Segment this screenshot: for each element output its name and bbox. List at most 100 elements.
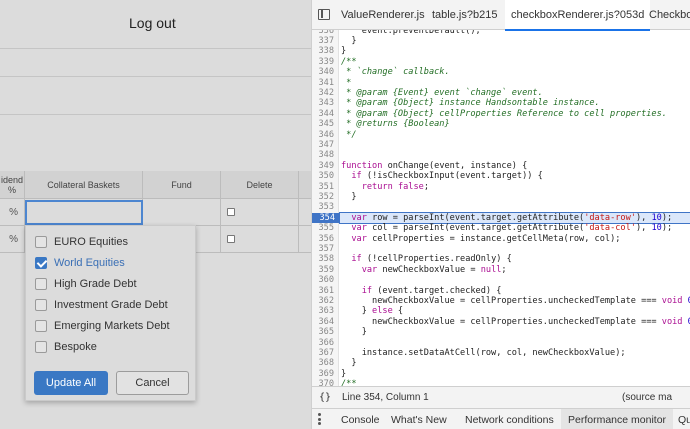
line-number[interactable]: 349 (312, 161, 334, 171)
more-menu-icon[interactable] (318, 413, 321, 425)
code-line[interactable]: newCheckboxValue = cellProperties.unchec… (341, 317, 690, 327)
code-line[interactable]: * @param {Object} instance Handsontable … (341, 98, 600, 108)
checkbox-icon[interactable] (35, 299, 47, 311)
fund-cell[interactable] (143, 199, 221, 226)
code-line[interactable]: * (341, 78, 351, 88)
delete-checkbox[interactable] (227, 208, 235, 216)
file-tab-checkbox[interactable]: Checkbox (645, 0, 690, 30)
code-line[interactable]: var newCheckboxValue = null; (341, 265, 507, 275)
code-line[interactable]: if (event.target.checked) { (341, 286, 502, 296)
code-line[interactable]: } (341, 358, 356, 368)
code-line[interactable]: * @param {Object} cellProperties Referen… (341, 109, 667, 119)
line-number[interactable]: 337 (312, 36, 334, 46)
line-number[interactable]: 358 (312, 254, 334, 264)
code-line[interactable]: /** (341, 379, 357, 386)
code-line[interactable]: } (341, 192, 356, 202)
file-tab-table[interactable]: table.js?b215 (427, 0, 502, 30)
drawer-tab-console[interactable]: Console (334, 409, 387, 429)
line-number[interactable]: 355 (312, 223, 334, 233)
line-number[interactable]: 341 (312, 78, 334, 88)
code-line[interactable]: newCheckboxValue = cellProperties.unchec… (341, 296, 690, 306)
line-number[interactable]: 354 (312, 212, 339, 224)
line-number[interactable]: 363 (312, 306, 334, 316)
code-line[interactable]: if (!isCheckboxInput(event.target)) { (341, 171, 542, 181)
line-number[interactable]: 342 (312, 88, 334, 98)
line-number[interactable]: 362 (312, 296, 334, 306)
line-number[interactable]: 351 (312, 182, 334, 192)
line-number[interactable]: 369 (312, 369, 334, 379)
line-number[interactable]: 346 (312, 130, 334, 140)
option-high-grade-debt[interactable]: High Grade Debt (35, 276, 137, 292)
line-number[interactable]: 368 (312, 358, 334, 368)
line-number[interactable]: 340 (312, 67, 334, 77)
line-number[interactable]: 350 (312, 171, 334, 181)
line-number[interactable]: 365 (312, 327, 334, 337)
line-number[interactable]: 364 (312, 317, 334, 327)
code-line[interactable]: var col = parseInt(event.target.getAttri… (341, 223, 672, 233)
code-line[interactable]: instance.setDataAtCell(row, col, newChec… (341, 348, 626, 358)
code-line[interactable]: } (341, 369, 346, 379)
logout-link[interactable]: Log out (129, 15, 176, 31)
option-investment-grade-debt[interactable]: Investment Grade Debt (35, 297, 168, 313)
option-bespoke[interactable]: Bespoke (35, 339, 97, 355)
cancel-button[interactable]: Cancel (116, 371, 189, 395)
drawer-tab-whats-new[interactable]: What's New (384, 409, 454, 429)
line-number[interactable]: 361 (312, 286, 334, 296)
line-number[interactable]: 366 (312, 338, 334, 348)
code-line[interactable]: } (341, 327, 367, 337)
line-number[interactable]: 357 (312, 244, 334, 254)
code-editor[interactable]: 336 337 338 339 340 341 342 343 344 345 346 347 348 3… (312, 30, 690, 386)
line-number[interactable]: 347 (312, 140, 334, 150)
column-header-dividend[interactable]: idend % (0, 171, 25, 199)
code-line[interactable]: } else { (341, 306, 403, 316)
dividend-cell[interactable]: % (0, 226, 25, 253)
checkbox-icon[interactable] (35, 236, 47, 248)
line-number[interactable]: 360 (312, 275, 334, 285)
line-number[interactable]: 344 (312, 109, 334, 119)
source-map-link[interactable]: (source ma (622, 392, 672, 403)
line-number[interactable]: 367 (312, 348, 334, 358)
dividend-cell[interactable]: % (0, 199, 25, 226)
code-line[interactable]: function onChange(event, instance) { (341, 161, 527, 171)
code-line[interactable]: var row = parseInt(event.target.getAttri… (339, 211, 690, 225)
line-number[interactable]: 338 (312, 46, 334, 56)
option-world-equities[interactable]: World Equities (35, 255, 125, 271)
drawer-tab-performance-monitor[interactable]: Performance monitor (561, 409, 674, 429)
line-number[interactable]: 359 (312, 265, 334, 275)
code-line[interactable]: if (!cellProperties.readOnly) { (341, 254, 511, 264)
file-tab-valuerenderer[interactable]: ValueRenderer.js (336, 0, 430, 30)
column-header-collateral-baskets[interactable]: Collateral Baskets (25, 171, 143, 199)
delete-checkbox[interactable] (227, 235, 235, 243)
code-line[interactable]: } (341, 46, 346, 56)
line-number[interactable]: 348 (312, 150, 334, 160)
column-header-delete[interactable]: Delete (221, 171, 299, 199)
code-line[interactable]: */ (341, 130, 356, 140)
checkbox-icon[interactable] (35, 320, 47, 332)
code-line[interactable]: event.preventDefault(); (341, 30, 481, 36)
code-line[interactable]: /** (341, 57, 357, 67)
code-line[interactable]: var cellProperties = instance.getCellMet… (341, 234, 620, 244)
line-number[interactable]: 356 (312, 234, 334, 244)
column-header-fund[interactable]: Fund (143, 171, 221, 199)
option-euro-equities[interactable]: EURO Equities (35, 234, 128, 250)
line-number[interactable]: 370 (312, 379, 334, 386)
drawer-tab-network-conditions[interactable]: Network conditions (458, 409, 561, 429)
line-number[interactable]: 339 (312, 57, 334, 67)
code-line[interactable]: * @param {Event} event `change` event. (341, 88, 543, 98)
drawer-tab-quick[interactable]: Qu (675, 409, 690, 429)
line-number[interactable]: 352 (312, 192, 334, 202)
pretty-print-button[interactable]: {} (319, 392, 331, 403)
code-line[interactable]: * @returns {Boolean} (341, 119, 449, 129)
code-line[interactable]: return false; (341, 182, 429, 192)
option-emerging-markets-debt[interactable]: Emerging Markets Debt (35, 318, 170, 334)
toggle-navigator-icon[interactable] (318, 9, 330, 20)
checkbox-icon[interactable] (35, 341, 47, 353)
line-number[interactable]: 343 (312, 98, 334, 108)
file-tab-checkboxrenderer[interactable]: checkboxRenderer.js?053d (505, 0, 651, 31)
update-all-button[interactable]: Update All (34, 371, 108, 395)
line-number[interactable]: 345 (312, 119, 334, 129)
checked-checkbox-icon[interactable] (35, 257, 47, 269)
collateral-baskets-editor[interactable] (25, 200, 143, 225)
code-line[interactable]: } (341, 36, 356, 46)
checkbox-icon[interactable] (35, 278, 47, 290)
